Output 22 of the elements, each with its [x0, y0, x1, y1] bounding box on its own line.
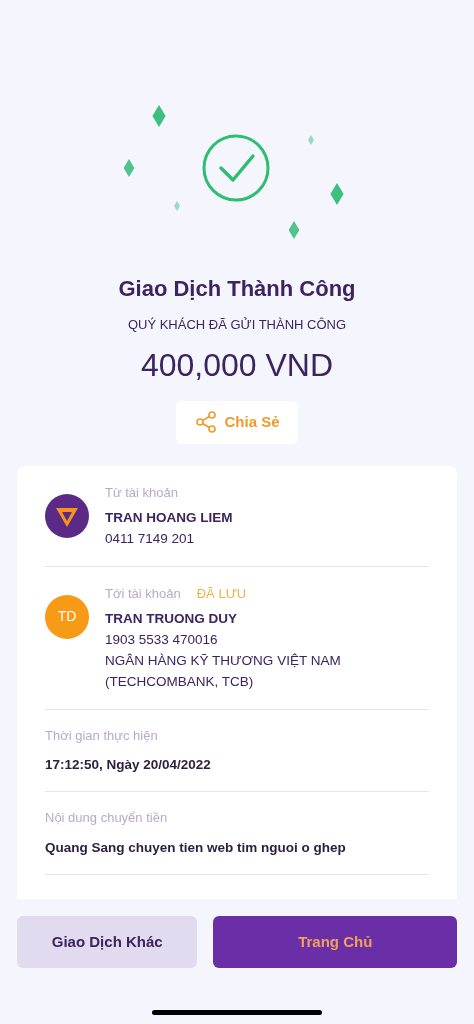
share-icon: [194, 410, 219, 434]
detail-value: 17:12:50, Ngày 20/04/2022: [45, 756, 212, 774]
detail-label: Nội dung chuyển tiền: [45, 809, 169, 828]
account-detail: NGÂN HÀNG KỸ THƯƠNG VIỆT NAM: [105, 651, 341, 670]
share-button[interactable]: Chia Sẻ: [176, 400, 298, 444]
amount: 400,000 VND: [140, 345, 334, 385]
other-transaction-button[interactable]: Giao Dịch Khác: [17, 916, 198, 968]
account-detail: (TECHCOMBANK, TCB): [105, 672, 255, 691]
account-name: TRAN HOANG LIEM: [105, 508, 233, 527]
result-title: Giao Dịch Thành Công: [118, 275, 356, 303]
result-subtitle: QUÝ KHÁCH ĐÃ GỬI THÀNH CÔNG: [127, 316, 347, 334]
account-name: TRAN TRUONG DUY: [105, 609, 238, 628]
initials-avatar: TD: [45, 594, 89, 639]
saved-tag: ĐÃ LƯU: [196, 584, 247, 603]
detail-label: Thời gian thực hiện: [45, 726, 159, 745]
account-detail: 1903 5533 470016: [105, 630, 219, 649]
account-label: Từ tài khoản: [105, 483, 179, 502]
account-detail: 0411 7149 201: [105, 529, 196, 548]
home-button[interactable]: Trang Chủ: [213, 916, 457, 968]
bank-logo-icon: [45, 493, 89, 538]
detail-value: Quang Sang chuyen tien web tim nguoi o ghep: [45, 838, 347, 857]
account-label: Tới tài khoản: [105, 584, 181, 603]
